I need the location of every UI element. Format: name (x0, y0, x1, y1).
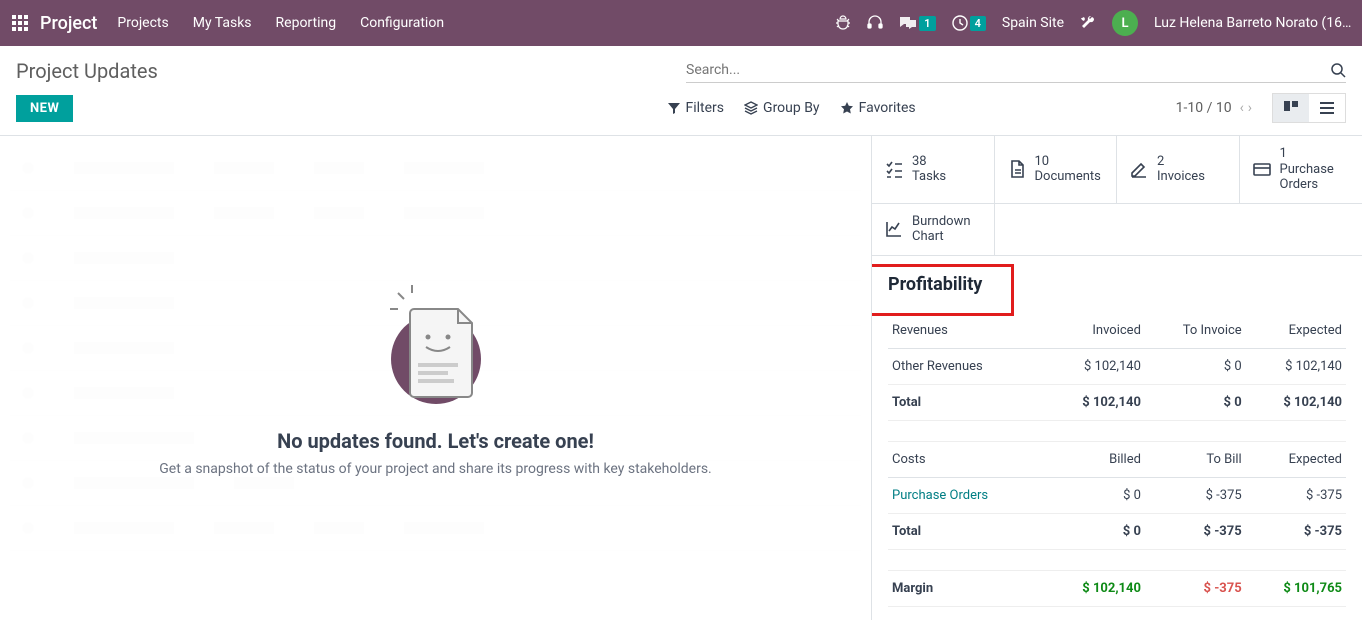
search-icon[interactable] (1330, 62, 1346, 78)
messages-badge: 1 (919, 16, 935, 31)
col-billed: Billed (1045, 441, 1145, 477)
new-button[interactable]: NEW (16, 95, 73, 122)
card-icon (1252, 159, 1272, 179)
filter-icon (667, 101, 681, 115)
kanban-view-button[interactable] (1273, 94, 1309, 122)
stat-burndown[interactable]: Burndown Chart (872, 204, 995, 255)
tasks-icon (884, 159, 904, 179)
search-box[interactable] (686, 58, 1346, 83)
avatar[interactable]: L (1112, 10, 1138, 36)
view-switcher (1272, 93, 1346, 123)
nav-reporting[interactable]: Reporting (276, 15, 337, 31)
breadcrumb: Project Updates (16, 59, 158, 83)
right-panel: 38Tasks 10Documents 2Invoices 1Purchase … (872, 136, 1362, 620)
pager-range[interactable]: 1-10 / 10 (1176, 100, 1232, 116)
row-purchase-orders[interactable]: Purchase Orders $ 0 $ -375 $ -375 (888, 477, 1346, 513)
pager-prev[interactable]: ‹ (1240, 100, 1244, 116)
group-by-dropdown[interactable]: Group By (744, 100, 820, 116)
col-invoiced: Invoiced (1045, 313, 1145, 349)
kanban-icon (1283, 100, 1299, 116)
col-costs: Costs (888, 441, 1045, 477)
support-icon[interactable] (867, 15, 883, 31)
nav-my-tasks[interactable]: My Tasks (193, 15, 252, 31)
stat-documents[interactable]: 10Documents (995, 136, 1118, 203)
messages-icon[interactable]: 1 (899, 15, 935, 31)
col-revenues: Revenues (888, 313, 1045, 349)
pencil-icon (1129, 159, 1149, 179)
profitability-table: Revenues Invoiced To Invoice Expected Ot… (888, 313, 1346, 607)
list-view-button[interactable] (1309, 94, 1345, 122)
stat-purchase-orders[interactable]: 1Purchase Orders (1240, 136, 1362, 203)
stat-invoices[interactable]: 2Invoices (1117, 136, 1240, 203)
row-costs-total: Total $ 0 $ -375 $ -375 (888, 513, 1346, 549)
row-revenues-total: Total $ 102,140 $ 0 $ 102,140 (888, 384, 1346, 420)
empty-subtitle: Get a snapshot of the status of your pro… (159, 461, 712, 477)
row-margin: Margin $ 102,140 $ -375 $ 101,765 (888, 570, 1346, 606)
pager: 1-10 / 10 ‹ › (1176, 100, 1252, 116)
nav-menu: Projects My Tasks Reporting Configuratio… (117, 15, 444, 31)
empty-illustration (376, 279, 496, 409)
col-to-invoice: To Invoice (1145, 313, 1246, 349)
apps-icon[interactable] (12, 15, 28, 31)
empty-state: No updates found. Let's create one! Get … (0, 136, 871, 620)
activities-badge: 4 (970, 16, 986, 31)
site-switcher[interactable]: Spain Site (1002, 15, 1064, 31)
user-name[interactable]: Luz Helena Barreto Norato (16-sweet-b... (1154, 15, 1354, 31)
search-input[interactable] (686, 62, 1330, 78)
control-panel: Project Updates NEW Filters Group By Fav… (0, 46, 1362, 136)
pager-next[interactable]: › (1248, 100, 1252, 116)
layers-icon (744, 101, 758, 115)
row-other-revenues[interactable]: Other Revenues $ 102,140 $ 0 $ 102,140 (888, 348, 1346, 384)
bug-icon[interactable] (835, 15, 851, 31)
stat-tasks[interactable]: 38Tasks (872, 136, 995, 203)
col-expected: Expected (1246, 313, 1346, 349)
filters-dropdown[interactable]: Filters (667, 100, 725, 116)
nav-configuration[interactable]: Configuration (360, 15, 444, 31)
document-icon (1007, 159, 1027, 179)
main-area: No updates found. Let's create one! Get … (0, 136, 1362, 620)
list-icon (1319, 100, 1335, 116)
highlight-box (872, 264, 1014, 316)
empty-title: No updates found. Let's create one! (277, 429, 594, 453)
tools-icon[interactable] (1080, 15, 1096, 31)
app-brand[interactable]: Project (40, 13, 97, 34)
col-expected2: Expected (1246, 441, 1346, 477)
top-navbar: Project Projects My Tasks Reporting Conf… (0, 0, 1362, 46)
favorites-dropdown[interactable]: Favorites (840, 100, 916, 116)
star-icon (840, 101, 854, 115)
col-to-bill: To Bill (1145, 441, 1246, 477)
chart-icon (884, 219, 904, 239)
nav-projects[interactable]: Projects (117, 15, 168, 31)
activities-icon[interactable]: 4 (952, 15, 986, 31)
left-panel: No updates found. Let's create one! Get … (0, 136, 872, 620)
